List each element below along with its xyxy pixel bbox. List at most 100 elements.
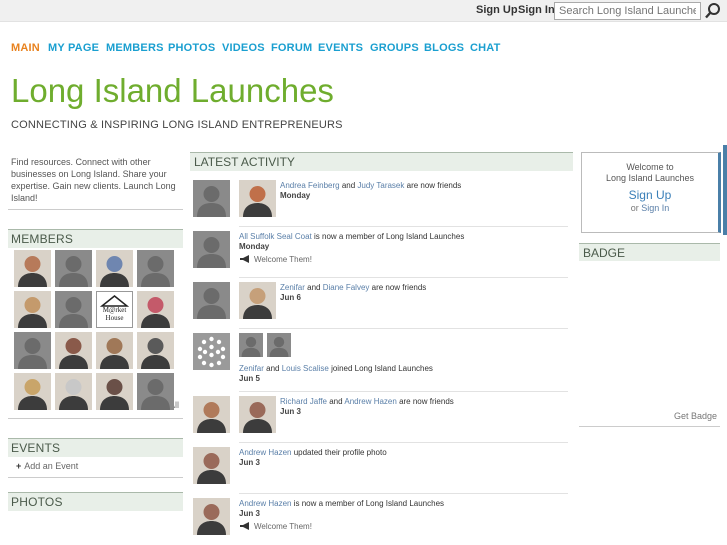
activity-timestamp: Jun 3 xyxy=(239,458,260,467)
nav-item-blogs[interactable]: BLOGS xyxy=(424,42,464,54)
logo-text-line-2: House xyxy=(105,314,124,322)
activity-suffix: are now friends xyxy=(404,181,462,190)
activity-item: All Suffolk Seal Coat is now a member of… xyxy=(190,231,573,281)
members-divider xyxy=(8,418,183,419)
friend-thumbnail[interactable] xyxy=(239,396,276,433)
activity-member-link[interactable]: All Suffolk Seal Coat xyxy=(239,232,312,241)
activity-timestamp: Monday xyxy=(239,242,270,251)
member-avatar[interactable] xyxy=(14,332,51,369)
activity-avatar[interactable] xyxy=(193,333,230,370)
activity-avatar[interactable] xyxy=(193,180,230,217)
nav-item-events[interactable]: EVENTS xyxy=(318,42,363,54)
activity-item: Andrew Hazen updated their profile photo… xyxy=(190,447,573,497)
welcome-them-link[interactable]: Welcome Them! xyxy=(239,255,312,264)
site-description: Find resources. Connect with other busin… xyxy=(8,152,183,210)
member-avatar[interactable] xyxy=(55,373,92,410)
activity-item: Andrea Feinberg and Judy Tarasek are now… xyxy=(190,180,573,230)
activity-suffix: joined Long Island Launches xyxy=(328,364,433,373)
activity-divider xyxy=(239,226,568,227)
plus-icon: + xyxy=(16,461,22,471)
activity-verb: is now a member of Long Island Launches xyxy=(291,499,445,508)
activity-timestamp: Jun 3 xyxy=(280,407,301,416)
events-heading[interactable]: EVENTS xyxy=(8,438,183,457)
badge-divider xyxy=(579,426,720,427)
activity-avatar[interactable] xyxy=(193,447,230,484)
megaphone-icon xyxy=(239,255,254,264)
activity-member-link[interactable]: Diane Falvey xyxy=(323,283,370,292)
nav-item-photos[interactable]: PHOTOS xyxy=(168,42,215,54)
search-icon[interactable] xyxy=(704,2,722,20)
activity-item: Andrew Hazen is now a member of Long Isl… xyxy=(190,498,573,545)
member-avatar[interactable] xyxy=(96,332,133,369)
member-avatar[interactable] xyxy=(137,250,174,287)
member-avatar[interactable] xyxy=(14,373,51,410)
activity-member-link[interactable]: Richard Jaffe xyxy=(280,397,327,406)
friend-thumbnail[interactable] xyxy=(239,333,263,357)
welcome-text: Welcome to Long Island Launches xyxy=(582,162,718,184)
member-avatar[interactable] xyxy=(55,250,92,287)
welcome-or-signin: or Sign In xyxy=(582,203,718,213)
member-avatar[interactable] xyxy=(137,373,174,410)
members-heading[interactable]: MEMBERS xyxy=(8,229,183,248)
members-grid: View All M@rketHouse xyxy=(8,248,183,418)
activity-divider xyxy=(239,391,568,392)
activity-avatar[interactable] xyxy=(193,396,230,433)
activity-timestamp: Monday xyxy=(280,191,311,200)
activity-text: Andrew Hazen updated their profile photo xyxy=(239,447,387,458)
member-avatar[interactable] xyxy=(55,332,92,369)
nav-item-chat[interactable]: CHAT xyxy=(470,42,501,54)
activity-avatar[interactable] xyxy=(193,282,230,319)
friend-thumbnail[interactable] xyxy=(267,333,291,357)
member-avatar[interactable] xyxy=(96,373,133,410)
member-avatar[interactable]: M@rket House xyxy=(96,291,133,328)
activity-timestamp: Jun 3 xyxy=(239,509,260,518)
signup-link[interactable]: Sign Up xyxy=(476,4,518,16)
activity-avatar[interactable] xyxy=(193,498,230,535)
member-avatar[interactable] xyxy=(14,291,51,328)
welcome-signup-link[interactable]: Sign Up xyxy=(582,188,718,202)
welcome-box: Welcome to Long Island Launches Sign Up … xyxy=(581,152,721,233)
activity-item: Zenifar and Louis Scalise joined Long Is… xyxy=(190,333,573,392)
activity-text: All Suffolk Seal Coat is now a member of… xyxy=(239,231,464,242)
search-input[interactable] xyxy=(554,2,701,20)
activity-member-link[interactable]: Andrea Feinberg xyxy=(280,181,340,190)
activity-text: Richard Jaffe and Andrew Hazen are now f… xyxy=(280,396,454,407)
photos-heading[interactable]: PHOTOS xyxy=(8,492,183,511)
activity-verb: and xyxy=(304,283,323,292)
welcome-line-2: Long Island Launches xyxy=(605,173,695,183)
member-avatar[interactable] xyxy=(96,250,133,287)
center-column: LATEST ACTIVITY Andrea Feinberg and Judy… xyxy=(190,152,573,535)
activity-avatar[interactable] xyxy=(193,231,230,268)
site-title[interactable]: Long Island Launches xyxy=(11,72,334,110)
nav-item-my-page[interactable]: MY PAGE xyxy=(48,42,99,54)
site-tagline: CONNECTING & INSPIRING LONG ISLAND ENTRE… xyxy=(11,119,343,131)
member-avatar[interactable] xyxy=(55,291,92,328)
get-badge-link[interactable]: Get Badge xyxy=(674,411,717,421)
activity-member-link[interactable]: Judy Tarasek xyxy=(357,181,404,190)
nav-item-main[interactable]: MAIN xyxy=(11,42,40,54)
signin-link[interactable]: Sign In xyxy=(518,4,555,16)
activity-suffix: are now friends xyxy=(396,397,454,406)
activity-verb: and xyxy=(263,364,282,373)
nav-item-videos[interactable]: VIDEOS xyxy=(222,42,265,54)
activity-member-link[interactable]: Andrew Hazen xyxy=(239,448,291,457)
activity-member-link[interactable]: Zenifar xyxy=(239,364,264,373)
friend-thumbnail[interactable] xyxy=(239,180,276,217)
activity-member-link[interactable]: Andrew Hazen xyxy=(239,499,291,508)
nav-item-forum[interactable]: FORUM xyxy=(271,42,312,54)
welcome-line-1: Welcome to xyxy=(626,162,674,172)
add-event-label: Add an Event xyxy=(24,461,79,471)
activity-text: Andrew Hazen is now a member of Long Isl… xyxy=(239,498,444,509)
add-event-link[interactable]: + Add an Event xyxy=(8,457,183,478)
nav-item-members[interactable]: MEMBERS xyxy=(106,42,164,54)
member-avatar[interactable] xyxy=(137,291,174,328)
member-avatar[interactable] xyxy=(14,250,51,287)
activity-member-link[interactable]: Andrew Hazen xyxy=(344,397,396,406)
activity-member-link[interactable]: Zenifar xyxy=(280,283,305,292)
welcome-them-link[interactable]: Welcome Them! xyxy=(239,522,312,531)
welcome-signin-link[interactable]: Sign In xyxy=(641,203,669,213)
activity-member-link[interactable]: Louis Scalise xyxy=(282,364,329,373)
member-avatar[interactable] xyxy=(137,332,174,369)
friend-thumbnail[interactable] xyxy=(239,282,276,319)
nav-item-groups[interactable]: GROUPS xyxy=(370,42,419,54)
